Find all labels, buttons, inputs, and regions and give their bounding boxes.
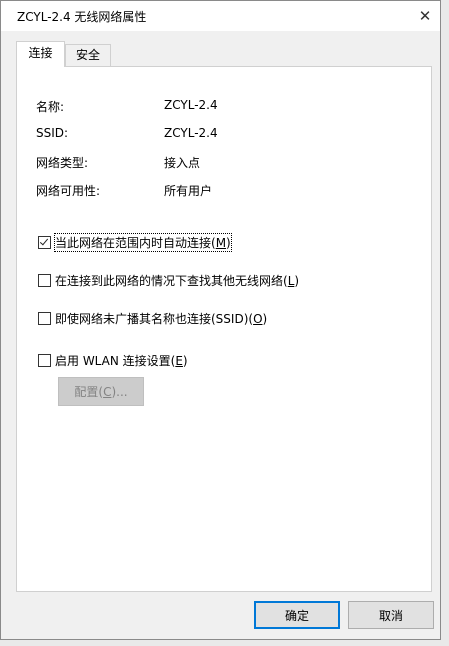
ssid-value: ZCYL-2.4	[164, 126, 218, 140]
tab-security[interactable]: 安全	[65, 44, 111, 66]
enable-wlan-settings-option[interactable]: 启用 WLAN 连接设置(E)	[38, 352, 188, 369]
network-type-label: 网络类型:	[36, 156, 89, 170]
connection-tab-panel: 名称: ZCYL-2.4 SSID: ZCYL-2.4 网络类型: 接入点 网络…	[16, 66, 432, 592]
enable-wlan-settings-checkbox[interactable]	[38, 354, 51, 367]
network-availability-label: 网络可用性:	[36, 184, 101, 198]
network-type-value: 接入点	[164, 156, 201, 170]
cancel-button[interactable]: 取消	[348, 601, 434, 629]
desktop-background-bottom	[0, 640, 449, 646]
ok-button[interactable]: 确定	[254, 601, 340, 629]
network-availability-value: 所有用户	[164, 184, 213, 198]
window-title: ZCYL-2.4 无线网络属性	[17, 10, 147, 24]
title-bar[interactable]: ZCYL-2.4 无线网络属性 ✕	[1, 1, 440, 31]
auto-connect-option[interactable]: 当此网络在范围内时自动连接(M)	[38, 233, 232, 252]
auto-connect-label[interactable]: 当此网络在范围内时自动连接(M)	[54, 233, 232, 252]
find-other-networks-checkbox[interactable]	[38, 274, 51, 287]
ssid-label: SSID:	[36, 126, 69, 140]
name-value: ZCYL-2.4	[164, 98, 218, 112]
configure-button[interactable]: 配置(C)...	[58, 377, 144, 406]
close-icon[interactable]: ✕	[410, 1, 440, 31]
tab-connection[interactable]: 连接	[16, 41, 65, 67]
connect-hidden-ssid-label[interactable]: 即使网络未广播其名称也连接(SSID)(O)	[55, 310, 267, 327]
connect-hidden-ssid-option[interactable]: 即使网络未广播其名称也连接(SSID)(O)	[38, 310, 267, 327]
find-other-networks-label[interactable]: 在连接到此网络的情况下查找其他无线网络(L)	[55, 272, 299, 289]
auto-connect-checkbox[interactable]	[38, 236, 51, 249]
name-label: 名称:	[36, 100, 65, 114]
connect-hidden-ssid-checkbox[interactable]	[38, 312, 51, 325]
desktop-background-right	[441, 0, 449, 646]
enable-wlan-settings-label[interactable]: 启用 WLAN 连接设置(E)	[55, 352, 188, 369]
find-other-networks-option[interactable]: 在连接到此网络的情况下查找其他无线网络(L)	[38, 272, 299, 289]
wireless-properties-dialog: ZCYL-2.4 无线网络属性 ✕ 安全 连接 名称: ZCYL-2.4 SSI…	[0, 0, 441, 640]
